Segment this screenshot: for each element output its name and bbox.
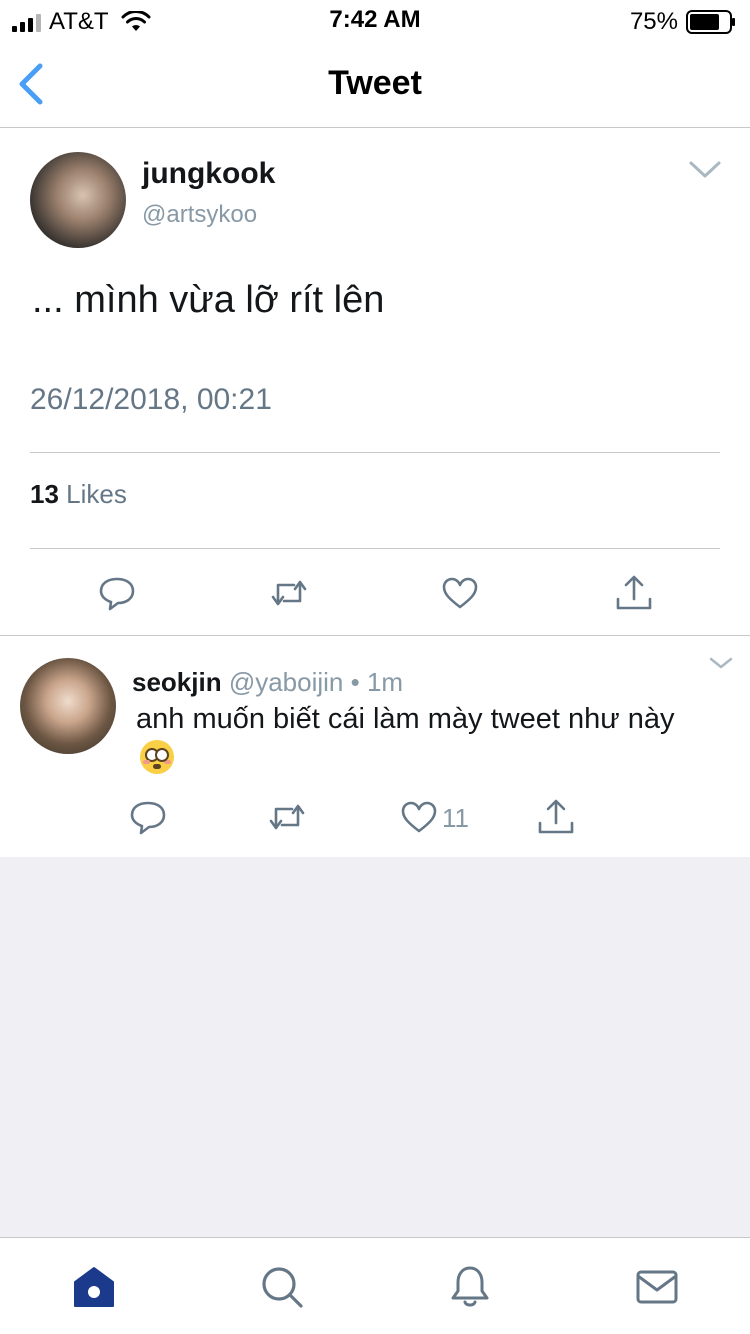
chevron-down-icon[interactable]: [708, 655, 734, 671]
flushed-face-icon: [140, 740, 174, 774]
reply-separator: •: [350, 667, 360, 697]
empty-area: [0, 857, 750, 1237]
retweet-icon[interactable]: [267, 797, 307, 837]
reply-text: anh muốn biết cái làm mày tweet như này: [136, 699, 676, 779]
reply-like-count: 11: [442, 803, 469, 833]
reply-header: seokjin @yaboijin • 1m: [132, 667, 403, 698]
reply-tweet[interactable]: seokjin @yaboijin • 1m anh muốn biết cái…: [0, 637, 750, 857]
author-handle[interactable]: @artsykoo: [142, 201, 257, 229]
notifications-icon[interactable]: [447, 1264, 493, 1310]
reply-age: 1m: [366, 667, 404, 697]
like-icon[interactable]: [440, 573, 480, 613]
share-icon[interactable]: [614, 573, 654, 613]
reply-text-content: anh muốn biết cái làm mày tweet như này: [136, 703, 675, 735]
reply-icon[interactable]: [128, 797, 168, 837]
main-tweet: jungkook @artsykoo ... mình vừa lỡ rít l…: [0, 129, 750, 636]
divider: [30, 452, 720, 453]
messages-icon[interactable]: [634, 1264, 680, 1310]
search-icon[interactable]: [259, 1264, 305, 1310]
avatar[interactable]: [20, 658, 116, 754]
like-icon[interactable]: [399, 797, 439, 837]
share-icon[interactable]: [536, 797, 576, 837]
battery-icon: [686, 10, 735, 34]
battery-percentage: 75%: [629, 8, 678, 35]
page-title: Tweet: [328, 64, 422, 102]
author-display-name[interactable]: jungkook: [142, 157, 275, 191]
tab-bar: [0, 1237, 750, 1334]
reply-icon[interactable]: [97, 573, 137, 613]
likes-label: Likes: [66, 479, 127, 509]
avatar[interactable]: [30, 152, 126, 248]
home-icon[interactable]: [71, 1264, 117, 1310]
status-right: 75%: [630, 8, 736, 36]
likes-count[interactable]: 13 Likes: [30, 479, 127, 510]
reply-handle[interactable]: @yaboijin: [229, 667, 344, 697]
status-bar: AT&T 7:42 AM 75%: [0, 0, 750, 40]
nav-bar: Tweet: [0, 40, 750, 128]
chevron-down-icon[interactable]: [688, 159, 722, 181]
tweet-text: ... mình vừa lỡ rít lên: [32, 279, 385, 321]
retweet-icon[interactable]: [269, 573, 309, 613]
divider: [30, 548, 720, 549]
tweet-timestamp: 26/12/2018, 00:21: [30, 383, 272, 416]
reply-display-name[interactable]: seokjin: [132, 667, 222, 697]
likes-number: 13: [30, 479, 59, 509]
